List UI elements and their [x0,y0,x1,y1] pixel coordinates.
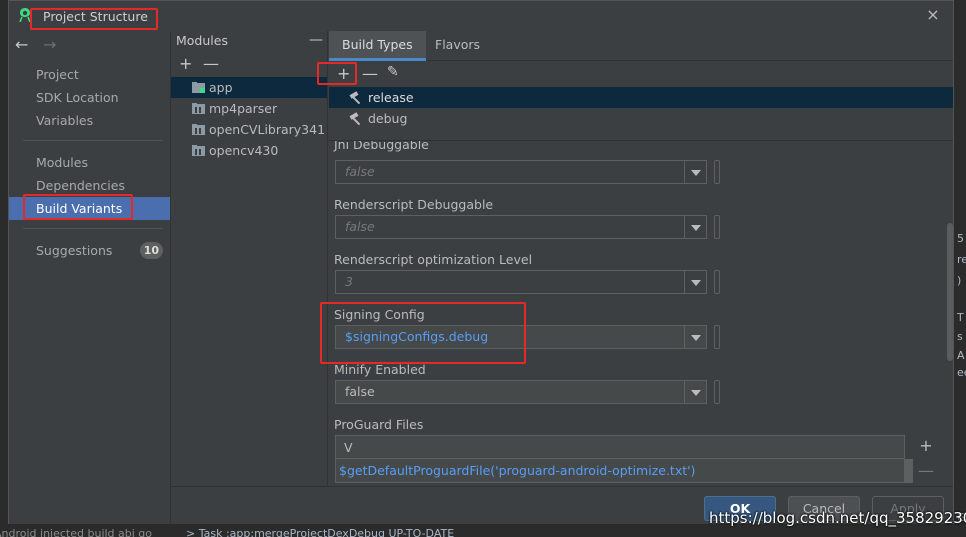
chevron-down-icon [684,161,706,183]
combo-side-button[interactable] [714,160,720,184]
add-proguard-file-icon[interactable]: + [915,436,937,455]
renderscript-opt-select[interactable]: 3 [335,270,707,294]
dialog-title: Project Structure [43,9,148,24]
add-build-type-icon[interactable]: + [337,64,350,83]
remove-module-icon[interactable]: — [203,54,219,73]
build-types-toolbar: + — ✎ [329,62,953,86]
module-folder-icon [192,82,205,93]
remove-proguard-file-icon[interactable]: — [915,461,937,480]
jni-debuggable-select[interactable]: false [335,160,707,184]
close-icon[interactable]: × [925,7,941,23]
sidebar-item-modules[interactable]: Modules [9,151,170,174]
module-name: mp4parser [209,101,278,116]
library-folder-icon [192,145,205,156]
properties-form: Jni Debuggable false Renderscript Debugg… [329,141,943,486]
combo-side-button[interactable] [714,215,720,239]
watermark-text: https://blog.csdn.net/qq_35829230 [709,509,966,527]
sidebar-item-dependencies[interactable]: Dependencies [9,174,170,197]
jni-debuggable-label: Jni Debuggable [334,141,429,152]
proguard-table-header: V [336,436,904,459]
module-name: opencv430 [209,143,279,158]
library-folder-icon [192,103,205,114]
modules-panel: Modules — + — app mp4parser openCVLibrar… [171,31,328,524]
build-type-release[interactable]: release [329,87,953,108]
sidebar-item-sdk-location[interactable]: SDK Location [9,86,170,109]
sidebar: ← → Project SDK Location Variables Modul… [9,31,171,524]
forward-arrow-icon[interactable]: → [43,35,56,54]
project-structure-dialog: Project Structure × ← → Project SDK Loca… [8,0,954,524]
chevron-down-icon [684,271,706,293]
tab-build-types[interactable]: Build Types [329,31,426,61]
build-type-name: debug [368,111,408,126]
chevron-down-icon [684,216,706,238]
sidebar-item-suggestions[interactable]: Suggestions 10 [9,239,170,262]
ide-fragment: s [957,330,963,343]
add-module-icon[interactable]: + [179,54,192,73]
build-type-debug[interactable]: debug [329,108,953,129]
ide-fragment: ee [957,366,966,379]
proguard-files-label: ProGuard Files [334,417,424,432]
renderscript-opt-label: Renderscript optimization Level [334,252,533,267]
module-name: openCVLibrary341 [209,122,326,137]
signing-config-value: $signingConfigs.debug [345,329,489,344]
signing-config-select[interactable]: $signingConfigs.debug [335,325,707,349]
vertical-scrollbar[interactable] [947,223,953,361]
collapse-icon[interactable]: — [309,32,323,48]
proguard-files-table: V $getDefaultProguardFile('proguard-andr… [335,435,905,483]
renderscript-debuggable-select[interactable]: false [335,215,707,239]
suggestions-label: Suggestions [36,243,113,258]
sidebar-divider [23,140,163,141]
jni-debuggable-value: false [345,164,375,179]
signing-config-label: Signing Config [334,307,425,322]
build-types-panel: Build Types Flavors + — ✎ release debug … [329,31,953,486]
suggestions-count-badge: 10 [139,242,163,259]
minify-enabled-value: false [345,384,375,399]
sidebar-item-build-variants[interactable]: Build Variants [9,197,170,220]
title-bar: Project Structure × [9,1,953,31]
combo-side-button[interactable] [714,380,720,404]
library-folder-icon [192,124,205,135]
ide-fragment: re [957,253,966,266]
edit-icon[interactable]: ✎ [387,64,399,80]
module-item-opencv430[interactable]: opencv430 [171,140,327,161]
build-types-list: release debug [329,87,953,139]
chevron-down-icon [684,381,706,403]
chevron-down-icon [684,326,706,348]
ide-fragment: T [957,311,964,324]
module-item-opencvlibrary341[interactable]: openCVLibrary341 [171,119,327,140]
hammer-icon [349,112,361,126]
minify-enabled-select[interactable]: false [335,380,707,404]
ide-fragment: 5 [957,232,964,245]
console-text-right: > Task :app:mergeProjectDexDebug UP-TO-D… [186,527,455,537]
proguard-scrollbar[interactable] [905,459,913,483]
combo-side-button[interactable] [714,325,720,349]
renderscript-opt-value: 3 [345,274,353,289]
module-item-app[interactable]: app [171,77,327,98]
ide-fragment: A [957,349,965,362]
console-text-left: Android injected build abi go [0,527,153,537]
modules-header: Modules [176,33,228,48]
module-name: app [209,80,233,95]
android-studio-icon [19,8,31,22]
renderscript-debuggable-value: false [345,219,375,234]
proguard-table-row[interactable]: $getDefaultProguardFile('proguard-androi… [336,459,904,483]
tab-bar: Build Types Flavors [329,31,953,61]
module-item-mp4parser[interactable]: mp4parser [171,98,327,119]
tab-flavors[interactable]: Flavors [422,31,493,61]
remove-build-type-icon[interactable]: — [362,64,378,83]
build-type-name: release [368,90,414,105]
hammer-icon [349,91,361,105]
sidebar-divider [23,228,163,229]
ide-right-strip: 5 re ) T s A ee G [955,0,966,522]
minify-enabled-label: Minify Enabled [334,362,426,377]
sidebar-item-project[interactable]: Project [9,63,170,86]
sidebar-item-variables[interactable]: Variables [9,109,170,132]
back-arrow-icon[interactable]: ← [15,35,28,54]
renderscript-debuggable-label: Renderscript Debuggable [334,197,494,212]
combo-side-button[interactable] [714,270,720,294]
ide-fragment: ) [957,274,962,287]
